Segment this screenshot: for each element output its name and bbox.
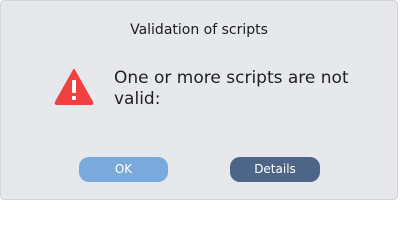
dialog-title: Validation of scripts	[130, 22, 268, 38]
ok-button[interactable]: OK	[79, 157, 168, 182]
warning-icon	[54, 69, 94, 105]
dialog-message: One or more scripts are not valid:	[114, 68, 349, 109]
details-button[interactable]: Details	[230, 157, 320, 182]
validation-dialog: Validation of scripts One or more script…	[0, 0, 398, 200]
